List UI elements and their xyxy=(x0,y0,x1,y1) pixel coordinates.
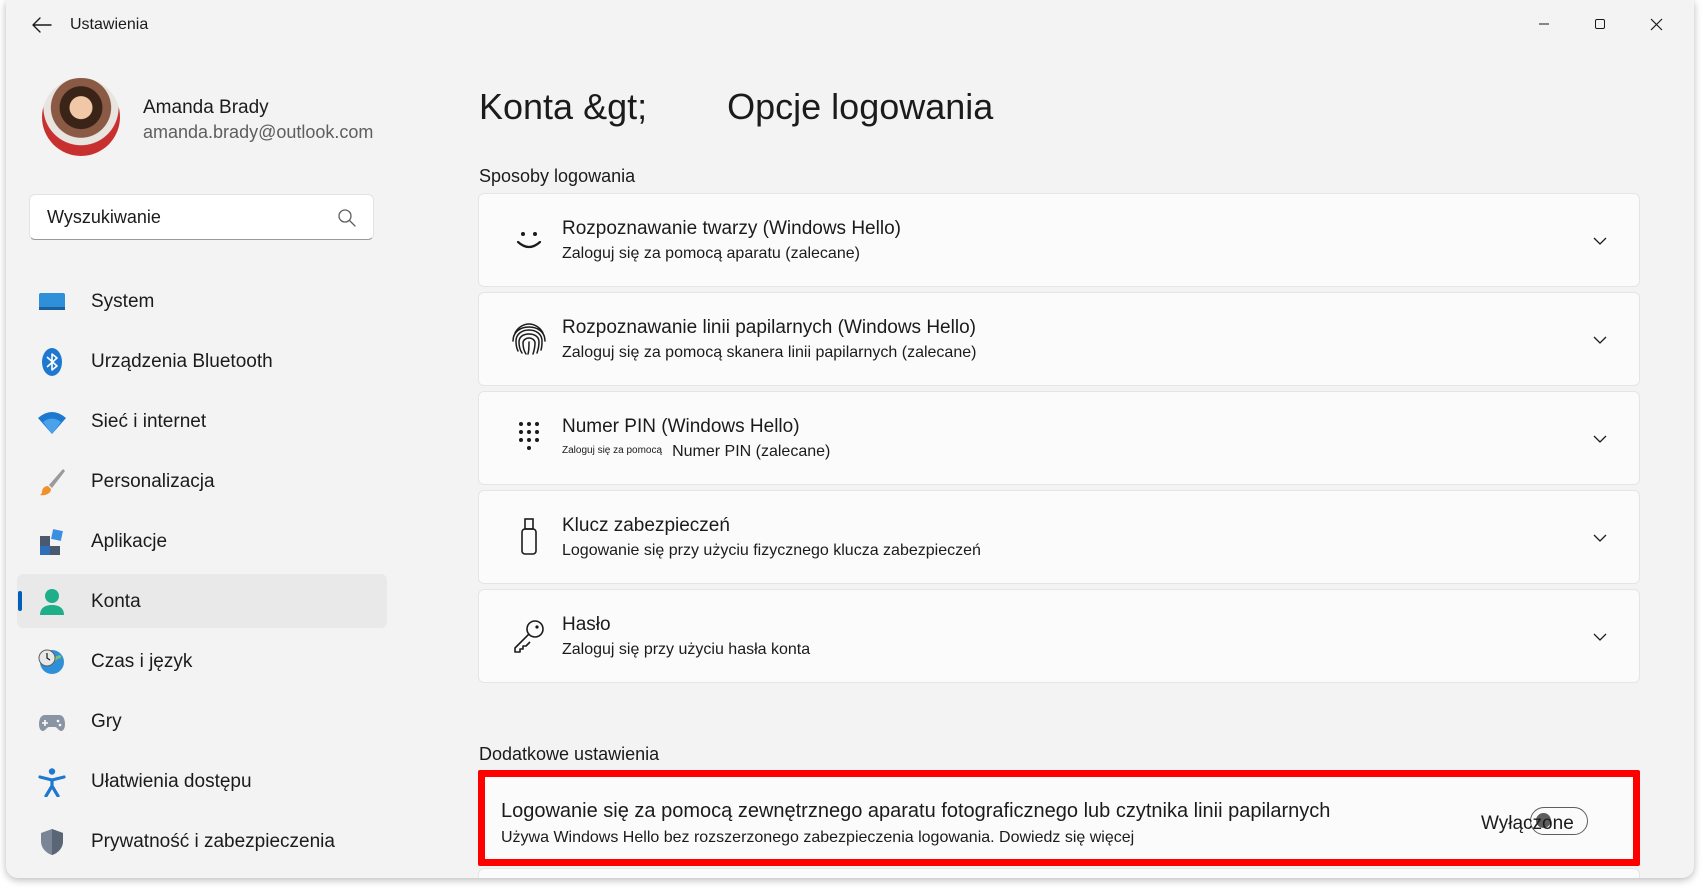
card-subtitle: Logowanie się przy użyciu fizycznego klu… xyxy=(562,542,981,559)
gamepad-icon xyxy=(39,715,65,731)
pin-keypad-icon xyxy=(519,422,539,450)
fingerprint-icon xyxy=(512,323,546,355)
sidebar-item-label: Sieć i internet xyxy=(91,411,207,432)
sidebar-item-label: Aplikacje xyxy=(91,531,168,552)
wifi-icon xyxy=(38,412,66,434)
search-icon[interactable] xyxy=(337,208,357,228)
card-title: Hasło xyxy=(562,614,611,635)
chevron-down-icon[interactable] xyxy=(1591,430,1609,448)
user-profile[interactable]: Amanda Brady amanda.brady@outlook.com xyxy=(42,78,382,158)
monitor-icon xyxy=(39,293,65,310)
close-icon xyxy=(1650,18,1662,30)
settings-window: Ustawienia Amanda Brady amanda.brady@out… xyxy=(6,0,1694,878)
sign-in-option-security-key[interactable]: Klucz zabezpieczeń Logowanie się przy uż… xyxy=(478,490,1640,584)
breadcrumb-current: Opcje logowania xyxy=(727,86,994,127)
card-subtitle-main: Numer PIN (zalecane) xyxy=(672,443,831,460)
card-title: Numer PIN (Windows Hello) xyxy=(562,416,800,437)
card-title: Rozpoznawanie linii papilarnych (Windows… xyxy=(562,317,976,338)
sidebar-item-accounts[interactable]: Konta xyxy=(17,574,387,628)
learn-more-link[interactable]: Dowiedz się więcej xyxy=(999,829,1134,846)
chevron-down-icon[interactable] xyxy=(1591,232,1609,250)
sign-in-section-title: Sposoby logowania xyxy=(479,166,636,186)
maximize-icon xyxy=(1595,19,1605,29)
time-language-icon xyxy=(38,649,64,674)
next-setting-card[interactable] xyxy=(478,868,1640,878)
sidebar-nav: System Urządzenia Bluetooth Sieć i inter… xyxy=(17,274,387,874)
chevron-down-icon[interactable] xyxy=(1591,529,1609,547)
sidebar-item-network[interactable]: Sieć i internet xyxy=(17,394,387,448)
breadcrumb-parent[interactable]: Konta &gt; xyxy=(479,86,647,127)
account-icon xyxy=(40,589,64,615)
page-title: Konta &gt; Opcje logowania xyxy=(479,86,993,128)
card-title: Klucz zabezpieczeń xyxy=(562,515,730,536)
chevron-down-icon[interactable] xyxy=(1591,331,1609,349)
user-email: amanda.brady@outlook.com xyxy=(143,122,374,142)
minimize-icon xyxy=(1539,23,1549,25)
sidebar-item-personalization[interactable]: Personalizacja xyxy=(17,454,387,508)
sign-in-option-pin[interactable]: Numer PIN (Windows Hello) Zaloguj się za… xyxy=(478,391,1640,485)
search-input[interactable] xyxy=(30,195,373,239)
sidebar-item-label: Czas i język xyxy=(91,651,193,672)
setting-subtitle: Używa Windows Hello bez rozszerzonego za… xyxy=(501,829,1134,847)
card-subtitle: Zaloguj się za pomocą skanera linii papi… xyxy=(562,344,977,361)
selection-indicator xyxy=(18,591,22,611)
sidebar-item-label: Urządzenia Bluetooth xyxy=(91,351,273,372)
sign-in-option-fingerprint[interactable]: Rozpoznawanie linii papilarnych (Windows… xyxy=(478,292,1640,386)
setting-description: Używa Windows Hello bez rozszerzonego za… xyxy=(501,829,995,846)
additional-settings-title: Dodatkowe ustawienia xyxy=(479,744,660,764)
minimize-button[interactable] xyxy=(1520,8,1568,40)
external-camera-setting: Logowanie się za pomocą zewnętrznego apa… xyxy=(478,770,1640,866)
sign-in-option-face[interactable]: Rozpoznawanie twarzy (Windows Hello) Zal… xyxy=(478,193,1640,287)
close-button[interactable] xyxy=(1632,8,1680,40)
password-key-icon xyxy=(514,620,544,653)
card-subtitle: Zaloguj się przy użyciu hasła konta xyxy=(562,641,811,658)
user-name: Amanda Brady xyxy=(143,97,269,118)
face-icon xyxy=(516,232,542,249)
accessibility-icon xyxy=(38,768,66,797)
app-title: Ustawienia xyxy=(70,16,149,33)
sidebar-item-apps[interactable]: Aplikacje xyxy=(17,514,387,568)
brush-icon xyxy=(39,469,65,496)
sidebar-item-accessibility[interactable]: Ułatwienia dostępu xyxy=(17,754,387,808)
sidebar-item-bluetooth[interactable]: Urządzenia Bluetooth xyxy=(17,334,387,388)
sidebar-item-label: Personalizacja xyxy=(91,471,215,492)
sidebar-item-label: System xyxy=(91,291,155,312)
apps-icon xyxy=(40,529,63,555)
sign-in-option-password[interactable]: Hasło Zaloguj się przy użyciu hasła kont… xyxy=(478,589,1640,683)
sidebar-item-privacy-security[interactable]: Prywatność i zabezpieczenia xyxy=(17,814,387,868)
sidebar-item-gaming[interactable]: Gry xyxy=(17,694,387,748)
avatar xyxy=(42,78,120,156)
card-subtitle: Zaloguj się za pomocą Numer PIN (zalecane… xyxy=(562,443,830,461)
shield-icon xyxy=(41,829,63,855)
sidebar-item-label: Ułatwienia dostępu xyxy=(91,771,252,792)
sidebar-item-label: Gry xyxy=(91,711,122,732)
sidebar-item-label: Konta xyxy=(91,591,141,612)
toggle-state-label: Wyłączone xyxy=(1481,813,1574,834)
sidebar-item-label: Prywatność i zabezpieczenia xyxy=(91,831,335,852)
search-box xyxy=(29,194,374,240)
card-title: Rozpoznawanie twarzy (Windows Hello) xyxy=(562,218,901,239)
card-subtitle: Zaloguj się za pomocą aparatu (zalecane) xyxy=(562,245,860,262)
arrow-left-icon xyxy=(32,17,52,33)
chevron-down-icon[interactable] xyxy=(1591,628,1609,646)
setting-title: Logowanie się za pomocą zewnętrznego apa… xyxy=(501,800,1331,822)
card-subtitle-small: Zaloguj się za pomocą xyxy=(562,445,663,456)
back-button[interactable] xyxy=(20,10,64,40)
maximize-button[interactable] xyxy=(1576,8,1624,40)
sidebar-item-time-language[interactable]: Czas i język xyxy=(17,634,387,688)
usb-key-icon xyxy=(521,518,537,555)
sidebar-item-system[interactable]: System xyxy=(17,274,387,328)
title-bar: Ustawienia xyxy=(6,0,1694,50)
bluetooth-icon xyxy=(42,348,62,376)
